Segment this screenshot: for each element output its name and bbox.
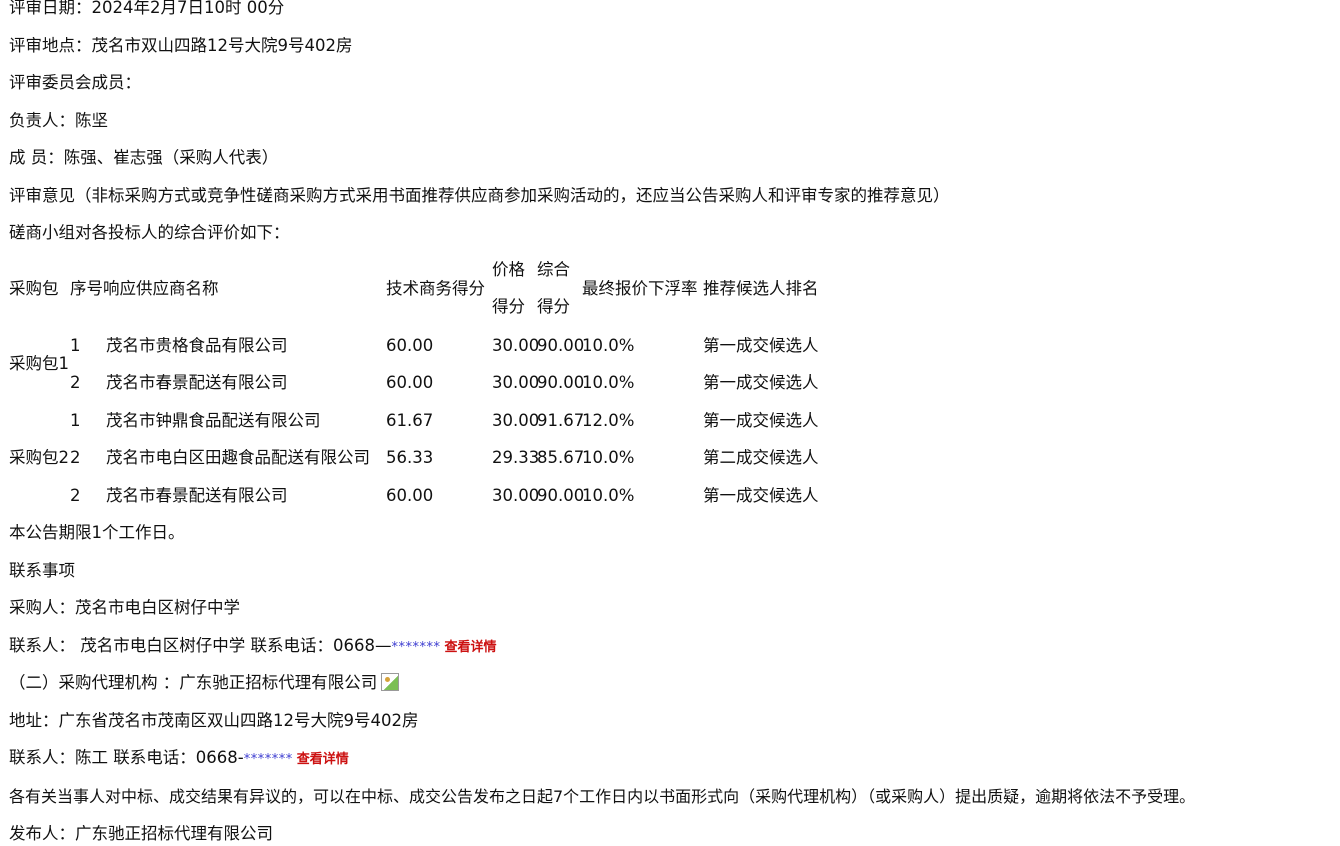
row-seq: 1 bbox=[70, 336, 81, 355]
purchaser-contact-text: 联系人： 茂名市电白区树仔中学 联系电话：0668— bbox=[9, 636, 392, 655]
review-place: 评审地点：茂名市双山四路12号大院9号402房 bbox=[9, 36, 353, 55]
header-package: 采购包 bbox=[9, 279, 59, 298]
publisher: 发布人：广东驰正招标代理有限公司 bbox=[9, 824, 273, 843]
row-total-score: 90.00 bbox=[537, 486, 585, 505]
row-seq: 1 bbox=[70, 411, 81, 430]
evaluation-intro: 磋商小组对各投标人的综合评价如下： bbox=[9, 223, 290, 242]
row-price-score: 30.00 bbox=[492, 373, 540, 392]
row-rank: 第一成交候选人 bbox=[703, 336, 819, 355]
row-seq: 2 bbox=[70, 486, 81, 505]
row-price-score: 30.00 bbox=[492, 486, 540, 505]
committee-leader: 负责人：陈坚 bbox=[9, 111, 108, 130]
row-total-score: 91.67 bbox=[537, 411, 585, 430]
broken-image-icon bbox=[381, 673, 400, 691]
row-supplier: 茂名市钟鼎食品配送有限公司 bbox=[106, 411, 321, 430]
agency-contact-text: 联系人：陈工 联系电话：0668- bbox=[9, 748, 244, 767]
header-total-score-line1: 综合 bbox=[537, 260, 570, 279]
row-total-score: 90.00 bbox=[537, 373, 585, 392]
row-float-rate: 10.0% bbox=[582, 486, 635, 505]
objection-notice: 各有关当事人对中标、成交结果有异议的，可以在中标、成交公告发布之日起7个工作日内… bbox=[9, 787, 1196, 806]
review-opinion: 评审意见（非标采购方式或竞争性磋商采购方式采用书面推荐供应商参加采购活动的，还应… bbox=[9, 186, 950, 205]
row-price-score: 29.33 bbox=[492, 448, 540, 467]
row-seq: 2 bbox=[70, 448, 81, 467]
row-total-score: 90.00 bbox=[537, 336, 585, 355]
row-float-rate: 10.0% bbox=[582, 336, 635, 355]
row-seq: 2 bbox=[70, 373, 81, 392]
header-total-score-line2: 得分 bbox=[537, 297, 570, 316]
agency-address: 地址：广东省茂名市茂南区双山四路12号大院9号402房 bbox=[9, 711, 419, 730]
row-float-rate: 10.0% bbox=[582, 448, 635, 467]
row-tech-score: 60.00 bbox=[386, 336, 434, 355]
purchaser-contact: 联系人： 茂名市电白区树仔中学 联系电话：0668—******* 查看详情 bbox=[9, 635, 497, 659]
row-rank: 第二成交候选人 bbox=[703, 448, 819, 467]
row-rank: 第一成交候选人 bbox=[703, 373, 819, 392]
row-supplier: 茂名市贵格食品有限公司 bbox=[106, 336, 288, 355]
package-label: 采购包1 bbox=[9, 354, 69, 373]
row-supplier: 茂名市春景配送有限公司 bbox=[106, 486, 288, 505]
purchaser-phone-mask: ******* bbox=[391, 640, 441, 655]
agency-contact: 联系人：陈工 联系电话：0668-******* 查看详情 bbox=[9, 747, 349, 771]
header-supplier: 响应供应商名称 bbox=[103, 279, 219, 298]
row-supplier: 茂名市春景配送有限公司 bbox=[106, 373, 288, 392]
committee-heading: 评审委员会成员： bbox=[9, 73, 141, 92]
row-supplier: 茂名市电白区田趣食品配送有限公司 bbox=[106, 448, 370, 467]
row-float-rate: 10.0% bbox=[582, 373, 635, 392]
header-float-rate: 最终报价下浮率 bbox=[582, 279, 698, 298]
row-tech-score: 56.33 bbox=[386, 448, 434, 467]
committee-members: 成 员：陈强、崔志强（采购人代表） bbox=[9, 148, 279, 167]
package-label: 采购包2 bbox=[9, 448, 69, 467]
row-rank: 第一成交候选人 bbox=[703, 486, 819, 505]
agency-phone-mask: ******* bbox=[243, 752, 293, 767]
header-price-score-line2: 得分 bbox=[492, 297, 525, 316]
notice-period: 本公告期限1个工作日。 bbox=[9, 523, 185, 542]
header-price-score-line1: 价格 bbox=[492, 260, 525, 279]
row-tech-score: 61.67 bbox=[386, 411, 434, 430]
header-seq: 序号 bbox=[70, 279, 103, 298]
view-details-link[interactable]: 查看详情 bbox=[297, 752, 349, 767]
purchaser-name: 采购人：茂名市电白区树仔中学 bbox=[9, 598, 240, 617]
contact-heading: 联系事项 bbox=[9, 561, 75, 580]
row-price-score: 30.00 bbox=[492, 336, 540, 355]
agency-line: （二）采购代理机构 ：广东驰正招标代理有限公司 bbox=[9, 672, 400, 694]
row-tech-score: 60.00 bbox=[386, 373, 434, 392]
row-rank: 第一成交候选人 bbox=[703, 411, 819, 430]
agency-name: （二）采购代理机构 ：广东驰正招标代理有限公司 bbox=[9, 673, 378, 692]
row-tech-score: 60.00 bbox=[386, 486, 434, 505]
row-float-rate: 12.0% bbox=[582, 411, 635, 430]
view-details-link[interactable]: 查看详情 bbox=[444, 640, 496, 655]
header-rank: 推荐候选人排名 bbox=[703, 279, 819, 298]
row-price-score: 30.00 bbox=[492, 411, 540, 430]
header-tech-score: 技术商务得分 bbox=[386, 279, 485, 298]
review-date: 评审日期：2024年2月7日10时 00分 bbox=[9, 0, 285, 17]
row-total-score: 85.67 bbox=[537, 448, 585, 467]
